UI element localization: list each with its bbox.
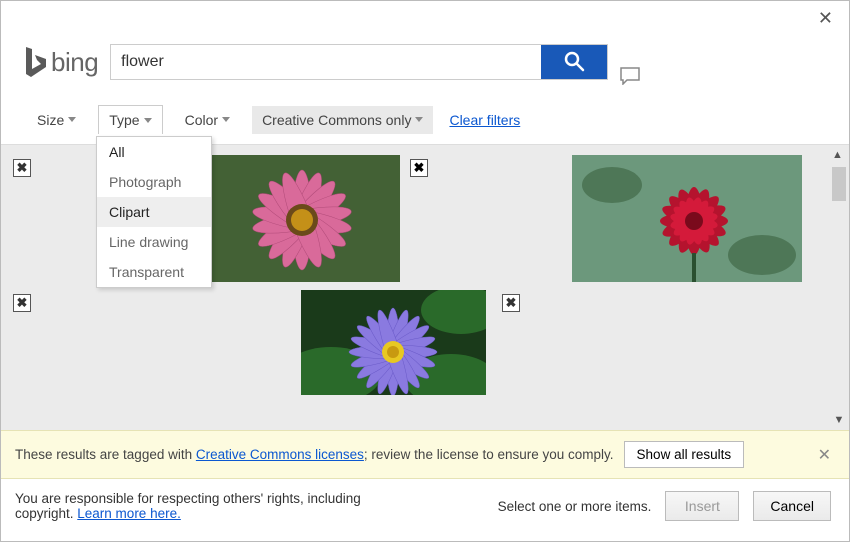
filter-color[interactable]: Color <box>175 106 240 134</box>
filter-type[interactable]: Type <box>98 105 162 134</box>
license-notice-bar: These results are tagged with Creative C… <box>1 430 849 479</box>
result-thumb[interactable]: ✖ <box>9 290 295 395</box>
bing-text: bing <box>51 47 98 78</box>
thumb-checkbox-icon[interactable]: ✖ <box>410 159 428 177</box>
search-box <box>110 44 608 80</box>
filter-color-label: Color <box>185 112 218 128</box>
close-icon[interactable]: ✕ <box>812 7 839 29</box>
scroll-up-icon[interactable]: ▲ <box>832 149 846 161</box>
search-row: bing <box>1 35 849 99</box>
thumb-checkbox-icon[interactable]: ✖ <box>13 294 31 312</box>
notice-prefix: These results are tagged with <box>15 447 196 462</box>
footer-disclaimer: You are responsible for respecting other… <box>15 491 375 521</box>
feedback-icon[interactable] <box>620 67 640 89</box>
learn-more-link[interactable]: Learn more here. <box>77 506 181 521</box>
result-thumb[interactable]: ✖ <box>406 155 566 282</box>
scroll-down-icon[interactable]: ▼ <box>834 414 845 426</box>
bing-mark-icon <box>21 45 49 79</box>
search-button[interactable] <box>541 45 607 79</box>
notice-text: These results are tagged with Creative C… <box>15 447 614 462</box>
search-input[interactable] <box>111 45 541 79</box>
scrollbar[interactable]: ▲ ▼ <box>829 145 849 430</box>
filters-row: Size Type Color Creative Commons only Cl… <box>1 99 849 144</box>
type-dropdown: All Photograph Clipart Line drawing Tran… <box>96 136 212 288</box>
chevron-down-icon <box>68 117 76 122</box>
cancel-button[interactable]: Cancel <box>753 491 831 521</box>
scroll-thumb[interactable] <box>832 167 846 201</box>
insert-online-pictures-dialog: ✕ bing <box>0 0 850 542</box>
bing-logo: bing <box>21 45 98 79</box>
notice-close-icon[interactable]: ✕ <box>814 445 835 465</box>
chevron-down-icon <box>415 117 423 122</box>
result-thumb[interactable] <box>572 155 802 282</box>
type-option-transparent[interactable]: Transparent <box>97 257 211 287</box>
clear-filters-link[interactable]: Clear filters <box>445 106 524 134</box>
chevron-down-icon <box>222 117 230 122</box>
dialog-footer: You are responsible for respecting other… <box>1 479 849 541</box>
chevron-down-icon <box>144 118 152 123</box>
cc-license-link[interactable]: Creative Commons licenses <box>196 447 364 462</box>
show-all-results-button[interactable]: Show all results <box>624 441 745 468</box>
type-option-all[interactable]: All <box>97 137 211 167</box>
thumb-checkbox-icon[interactable]: ✖ <box>13 159 31 177</box>
filter-size-label: Size <box>37 112 64 128</box>
type-option-photograph[interactable]: Photograph <box>97 167 211 197</box>
thumb-checkbox-icon[interactable]: ✖ <box>502 294 520 312</box>
filter-type-label: Type <box>109 112 139 128</box>
result-thumb[interactable]: ✖ <box>498 290 658 395</box>
result-thumb[interactable] <box>301 290 486 395</box>
notice-suffix: ; review the license to ensure you compl… <box>364 447 614 462</box>
selection-hint: Select one or more items. <box>498 499 652 514</box>
search-icon <box>563 50 585 75</box>
footer-text: You are responsible for respecting other… <box>15 491 361 521</box>
filter-license-label: Creative Commons only <box>262 112 411 128</box>
filter-license[interactable]: Creative Commons only <box>252 106 433 134</box>
type-option-line-drawing[interactable]: Line drawing <box>97 227 211 257</box>
titlebar: ✕ <box>1 1 849 35</box>
insert-button[interactable]: Insert <box>665 491 739 521</box>
type-option-clipart[interactable]: Clipart <box>97 197 211 227</box>
filter-size[interactable]: Size <box>27 106 86 134</box>
result-thumb[interactable] <box>204 155 400 282</box>
